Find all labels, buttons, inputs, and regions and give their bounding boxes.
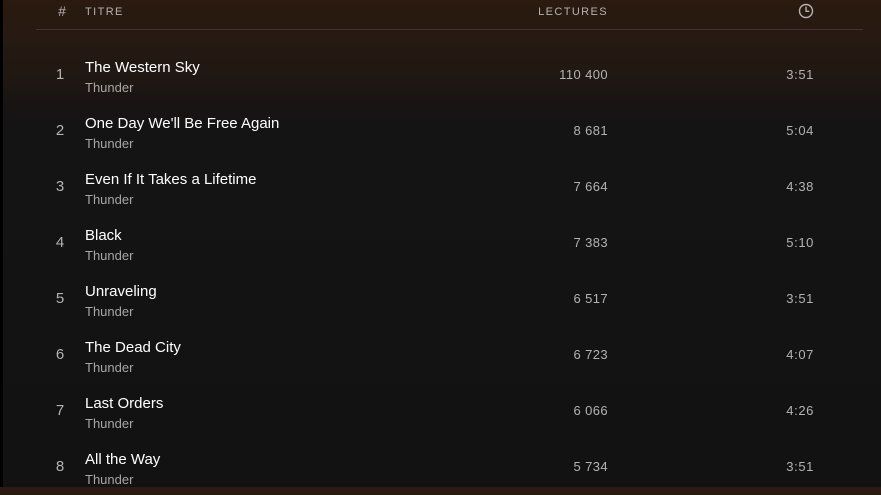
track-duration: 4:07 (786, 347, 814, 362)
track-artist[interactable]: Thunder (85, 192, 133, 207)
track-artist[interactable]: Thunder (85, 248, 133, 263)
track-title[interactable]: The Dead City (85, 339, 181, 356)
track-plays: 5 734 (573, 459, 608, 474)
track-duration: 5:10 (786, 235, 814, 250)
track-title[interactable]: All the Way (85, 451, 160, 468)
track-plays: 6 723 (573, 347, 608, 362)
header-plays-column[interactable]: LECTURES (538, 6, 608, 18)
track-artist[interactable]: Thunder (85, 80, 133, 95)
tracklist: 1 The Western Sky Thunder 110 400 3:51 2… (36, 47, 863, 495)
track-number: 7 (55, 402, 65, 419)
track-artist[interactable]: Thunder (85, 472, 133, 487)
track-plays: 6 066 (573, 403, 608, 418)
track-duration: 4:38 (786, 179, 814, 194)
header-title-column[interactable]: TITRE (85, 6, 124, 18)
track-plays: 8 681 (573, 123, 608, 138)
track-artist[interactable]: Thunder (85, 360, 133, 375)
track-title[interactable]: The Western Sky (85, 59, 200, 76)
track-row[interactable]: 3 Even If It Takes a Lifetime Thunder 7 … (36, 159, 863, 215)
track-row[interactable]: 6 The Dead City Thunder 6 723 4:07 (36, 327, 863, 383)
track-number: 5 (55, 290, 65, 307)
track-duration: 5:04 (786, 123, 814, 138)
track-duration: 4:26 (786, 403, 814, 418)
track-plays: 7 383 (573, 235, 608, 250)
clock-icon[interactable] (798, 3, 814, 19)
track-number: 4 (55, 234, 65, 251)
track-row[interactable]: 5 Unraveling Thunder 6 517 3:51 (36, 271, 863, 327)
track-row[interactable]: 1 The Western Sky Thunder 110 400 3:51 (36, 47, 863, 103)
track-number: 6 (55, 346, 65, 363)
track-number: 1 (55, 66, 65, 83)
window-edge (0, 0, 3, 487)
track-title[interactable]: Last Orders (85, 395, 163, 412)
track-title[interactable]: Black (85, 227, 122, 244)
track-row[interactable]: 4 Black Thunder 7 383 5:10 (36, 215, 863, 271)
track-duration: 3:51 (786, 67, 814, 82)
header-number-column: # (58, 3, 66, 19)
track-plays: 110 400 (559, 67, 608, 82)
track-plays: 7 664 (573, 179, 608, 194)
track-row[interactable]: 2 One Day We'll Be Free Again Thunder 8 … (36, 103, 863, 159)
track-row[interactable]: 7 Last Orders Thunder 6 066 4:26 (36, 383, 863, 439)
track-title[interactable]: Even If It Takes a Lifetime (85, 171, 256, 188)
track-duration: 3:51 (786, 291, 814, 306)
track-title[interactable]: One Day We'll Be Free Again (85, 115, 279, 132)
track-duration: 3:51 (786, 459, 814, 474)
track-number: 2 (55, 122, 65, 139)
track-title[interactable]: Unraveling (85, 283, 157, 300)
track-plays: 6 517 (573, 291, 608, 306)
track-artist[interactable]: Thunder (85, 304, 133, 319)
tracklist-header: # TITRE LECTURES (36, 0, 863, 30)
track-artist[interactable]: Thunder (85, 136, 133, 151)
track-number: 8 (55, 458, 65, 475)
track-number: 3 (55, 178, 65, 195)
track-artist[interactable]: Thunder (85, 416, 133, 431)
